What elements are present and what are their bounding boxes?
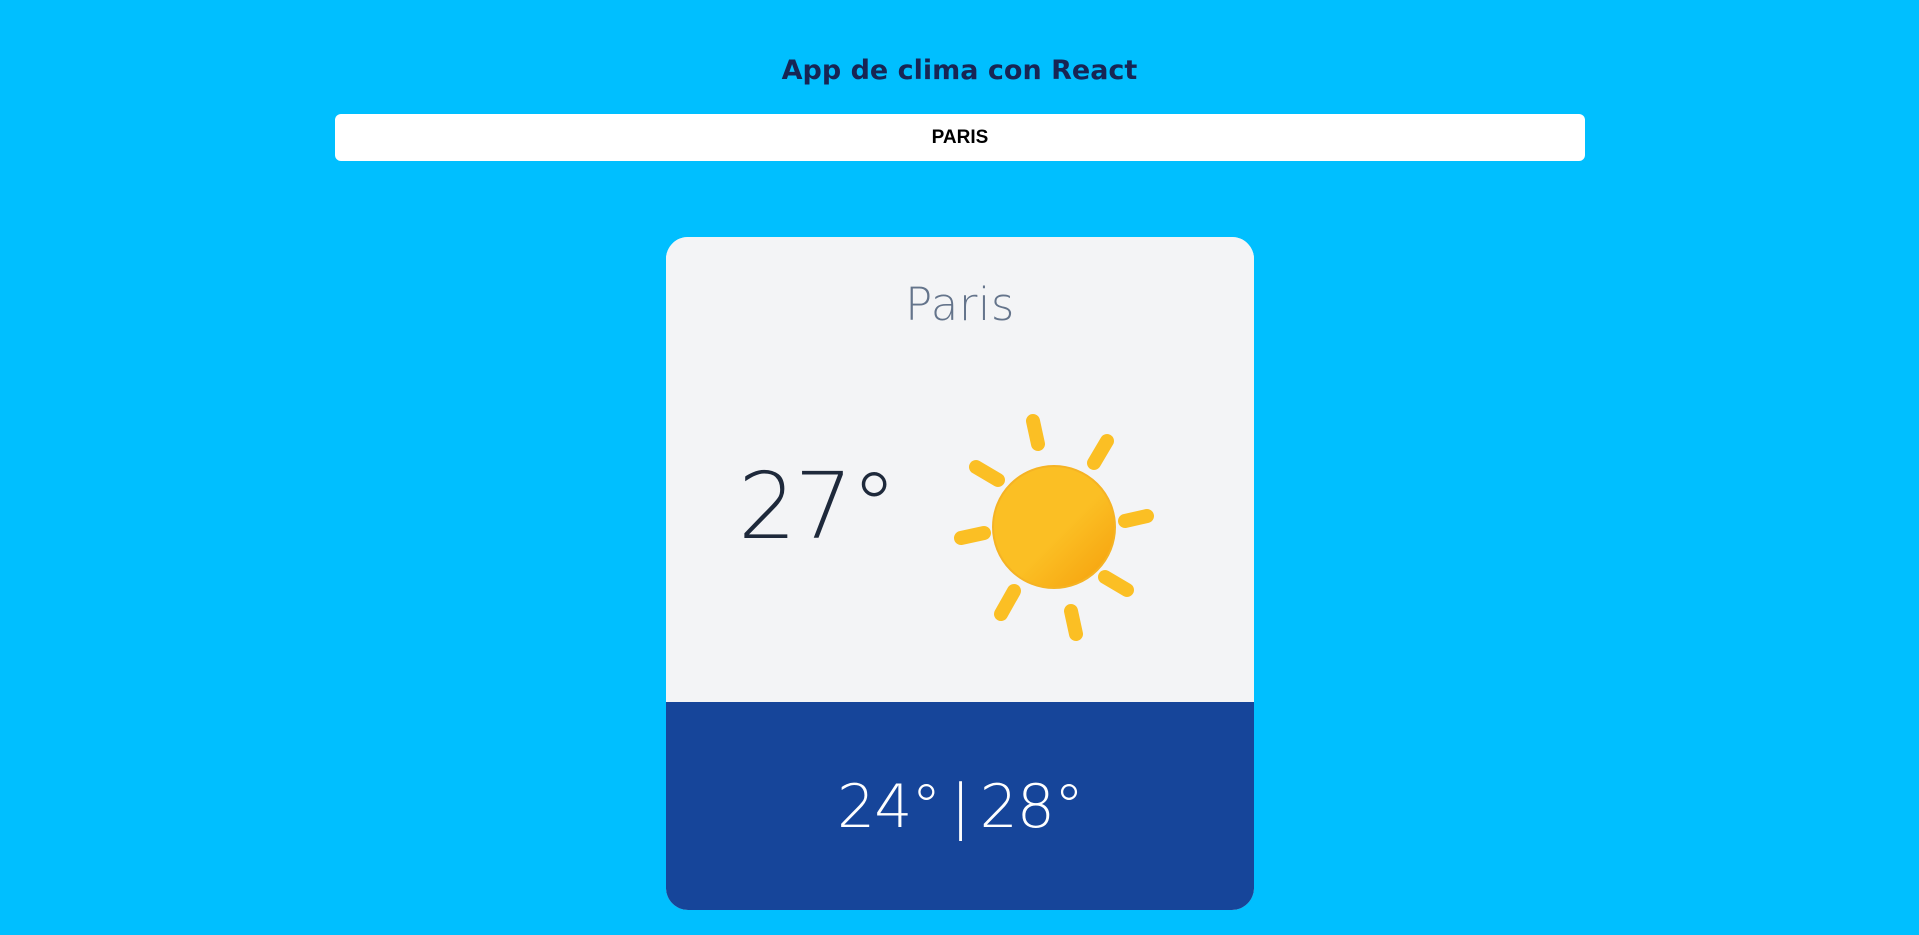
- min-temperature: 24°: [837, 772, 941, 842]
- weather-card-bottom: 24° | 28°: [666, 702, 1254, 910]
- city-search-input[interactable]: [335, 114, 1585, 161]
- sun-icon: [954, 414, 1154, 641]
- weather-card-top: Paris 27°: [666, 237, 1254, 702]
- current-temperature: 27°: [738, 453, 897, 560]
- city-name: Paris: [905, 278, 1015, 331]
- max-temperature: 28°: [979, 772, 1084, 842]
- app-title: App de clima con React: [781, 55, 1138, 86]
- min-max-temperature: 24° | 28°: [666, 770, 1254, 845]
- min-max-separator: |: [950, 772, 970, 842]
- weather-card: Paris 27° 24° | 28°: [666, 237, 1254, 910]
